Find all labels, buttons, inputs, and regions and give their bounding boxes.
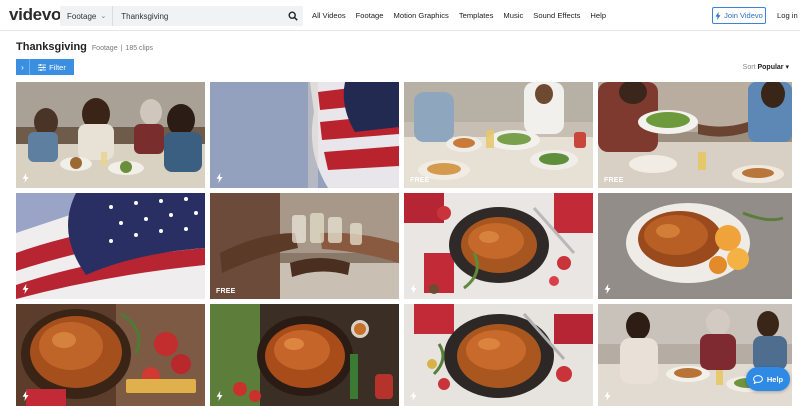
nav-all-videos[interactable]: All Videos: [312, 11, 346, 20]
nav-templates[interactable]: Templates: [459, 11, 494, 20]
sort-dropdown[interactable]: Popular ▾: [757, 64, 789, 71]
search-bar: Footage ⌄: [60, 6, 303, 26]
page-heading: Thanksgiving Footage | 185 clips: [16, 41, 156, 53]
video-thumbnail: [598, 82, 792, 188]
video-thumbnail: [16, 82, 205, 188]
top-header: videvo Footage ⌄ All Videos Footage Moti…: [0, 0, 800, 31]
bolt-icon: [22, 391, 29, 401]
bolt-icon: [22, 284, 29, 294]
video-thumbnail: [404, 304, 593, 406]
search-input[interactable]: [113, 6, 283, 26]
join-button[interactable]: Join Videvo: [712, 7, 766, 24]
join-label: Join Videvo: [724, 11, 763, 20]
sort-control: Sort Popular ▾: [743, 63, 789, 71]
video-thumbnail: [598, 193, 792, 299]
bolt-icon: [410, 284, 417, 294]
video-tile[interactable]: [16, 82, 205, 188]
filter-label: Filter: [49, 62, 66, 72]
bolt-icon: [604, 284, 611, 294]
video-tile[interactable]: FREE: [210, 193, 399, 299]
help-label: Help: [766, 374, 784, 384]
video-tile[interactable]: FREE: [404, 82, 593, 188]
result-type: Footage: [91, 45, 118, 52]
nav-help[interactable]: Help: [590, 11, 606, 20]
nav-footage[interactable]: Footage: [356, 11, 384, 20]
sliders-icon: [38, 63, 47, 71]
search-button[interactable]: [283, 6, 303, 26]
video-tile[interactable]: [404, 304, 593, 406]
result-count: Footage | 185 clips: [92, 45, 156, 52]
nav-motion-graphics[interactable]: Motion Graphics: [394, 11, 449, 20]
filter-group: › Filter: [16, 59, 74, 75]
video-thumbnail: [404, 82, 593, 188]
video-tile[interactable]: [598, 193, 792, 299]
free-badge: FREE: [216, 288, 236, 295]
video-thumbnail: [210, 193, 399, 299]
bolt-icon: [410, 391, 417, 401]
help-chat-button[interactable]: Help: [746, 367, 790, 391]
sort-value: Popular: [757, 64, 784, 71]
video-thumbnail: [404, 193, 593, 299]
chat-icon: [752, 374, 763, 384]
free-badge: FREE: [604, 177, 624, 184]
bolt-icon: [715, 11, 721, 20]
chevron-down-icon: ⌄: [100, 13, 107, 20]
video-tile[interactable]: [404, 193, 593, 299]
video-tile[interactable]: FREE: [598, 82, 792, 188]
video-thumbnail: [16, 304, 205, 406]
sidebar-toggle-button[interactable]: ›: [16, 59, 30, 75]
video-thumbnail: [16, 193, 205, 299]
search-icon: [288, 11, 298, 21]
caret-down-icon: ▾: [785, 64, 789, 71]
video-thumbnail: [210, 82, 399, 188]
video-tile[interactable]: [16, 193, 205, 299]
clip-count: 185 clips: [125, 45, 154, 52]
videvo-logo[interactable]: videvo: [9, 5, 61, 25]
bolt-icon: [216, 391, 223, 401]
search-category-select[interactable]: Footage ⌄: [60, 6, 114, 26]
filter-button[interactable]: Filter: [30, 59, 74, 75]
bolt-icon: [604, 391, 611, 401]
page-title: Thanksgiving: [16, 41, 87, 53]
video-thumbnail: [210, 304, 399, 406]
login-link[interactable]: Log in: [777, 11, 798, 20]
nav-sound-effects[interactable]: Sound Effects: [533, 11, 580, 20]
free-badge: FREE: [410, 177, 430, 184]
result-separator: |: [120, 45, 123, 52]
bolt-icon: [22, 173, 29, 183]
main-nav: All Videos Footage Motion Graphics Templ…: [312, 11, 616, 20]
bolt-icon: [216, 173, 223, 183]
chevron-right-icon: ›: [21, 62, 24, 72]
nav-music[interactable]: Music: [503, 11, 523, 20]
search-category-label: Footage: [67, 11, 97, 21]
sort-prefix: Sort: [742, 64, 756, 71]
video-tile[interactable]: [210, 304, 399, 406]
video-tile[interactable]: [16, 304, 205, 406]
video-tile[interactable]: [210, 82, 399, 188]
